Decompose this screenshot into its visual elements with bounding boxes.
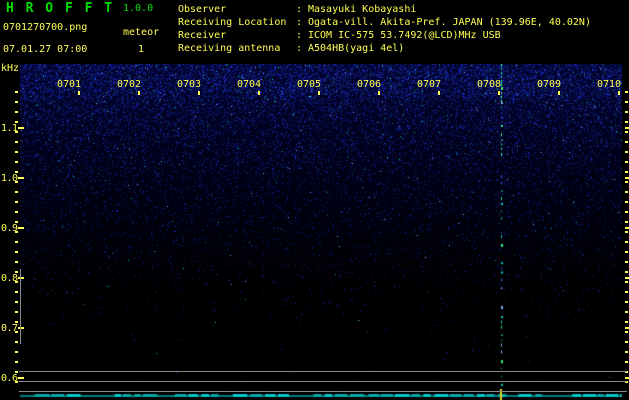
info-separator: :: [296, 30, 303, 41]
freq-tick-dash: [18, 177, 24, 179]
info-value: Ogata-vill. Akita-Pref. JAPAN (139.96E, …: [308, 17, 591, 28]
time-tick-label: 0702: [117, 79, 142, 90]
freq-tick-dash-right: [625, 377, 629, 379]
time-tick-label: 0701: [57, 79, 82, 90]
freq-axis-unit: kHz: [1, 63, 20, 74]
info-value: ICOM IC-575 53.7492(@LCD)MHz USB: [308, 30, 501, 41]
freq-tick-label: 0.6: [1, 372, 18, 384]
freq-tick: 0.6: [1, 372, 24, 384]
time-tick: 0707: [417, 79, 442, 95]
time-tick: 0705: [297, 79, 322, 95]
freq-tick-dash-right: [625, 177, 629, 179]
freq-tick-dash-right: [625, 327, 629, 329]
time-tick-label: 0705: [297, 79, 322, 90]
freq-tick: 1.1: [1, 122, 24, 134]
info-separator: :: [296, 17, 303, 28]
freq-axis-minor-ticks-right: [625, 91, 628, 391]
time-tick: 0708: [477, 79, 502, 95]
time-tick-mark: [558, 91, 560, 95]
spectrogram-canvas: [20, 64, 622, 400]
freq-tick-label: 1.0: [1, 172, 18, 184]
info-row-receiver: Receiver: ICOM IC-575 53.7492(@LCD)MHz US…: [178, 30, 501, 41]
signal-reference-line: [19, 371, 627, 372]
time-tick-mark: [198, 91, 200, 95]
time-tick-mark: [78, 91, 80, 95]
freq-axis-minor-ticks-left: [15, 91, 18, 386]
meteor-count: 1: [138, 44, 145, 55]
hrofft-output: H R O F F T 1.0.0 0701270700.png meteor …: [0, 0, 629, 400]
time-tick-label: 0706: [357, 79, 382, 90]
time-tick: 0701: [57, 79, 82, 95]
freq-tick-dash-right: [625, 227, 629, 229]
info-separator: :: [296, 4, 303, 15]
freq-tick-dash: [18, 227, 24, 229]
time-tick-mark: [498, 91, 500, 95]
mode-label: meteor: [123, 27, 160, 38]
output-filename: 0701270700.png: [3, 22, 88, 33]
time-tick-mark: [378, 91, 380, 95]
info-label: Receiver: [178, 30, 227, 41]
observation-datetime: 07.01.27 07:00: [3, 44, 88, 55]
freq-tick-dash: [18, 277, 24, 279]
info-row-observer: Observer: Masayuki Kobayashi: [178, 4, 416, 15]
info-label: Receiving antenna: [178, 43, 281, 54]
info-separator: :: [296, 43, 303, 54]
signal-scale-bar: [20, 269, 21, 344]
time-tick: 0704: [237, 79, 262, 95]
signal-reference-line: [19, 391, 627, 392]
time-tick-mark: [318, 91, 320, 95]
app-title: H R O F F T: [6, 1, 115, 16]
info-value: A504HB(yagi 4el): [308, 43, 405, 54]
info-value: Masayuki Kobayashi: [308, 4, 417, 15]
freq-tick-label: 0.9: [1, 222, 18, 234]
freq-tick-dash-right: [625, 127, 629, 129]
freq-tick-dash: [18, 327, 24, 329]
freq-tick-dash: [18, 377, 24, 379]
time-tick-label: 0707: [417, 79, 442, 90]
freq-tick: 1.0: [1, 172, 24, 184]
time-tick-mark: [618, 91, 620, 95]
time-tick-label: 0710: [597, 79, 622, 90]
info-label: Receiving Location: [178, 17, 287, 28]
freq-tick-label: 1.1: [1, 122, 18, 134]
time-tick: 0710: [597, 79, 622, 95]
time-tick: 0709: [537, 79, 562, 95]
time-tick-mark: [258, 91, 260, 95]
freq-tick-dash-right: [625, 277, 629, 279]
time-tick-label: 0703: [177, 79, 202, 90]
time-tick-label: 0704: [237, 79, 262, 90]
freq-tick-dash: [18, 127, 24, 129]
signal-reference-line: [19, 381, 627, 382]
time-tick: 0703: [177, 79, 202, 95]
time-tick: 0706: [357, 79, 382, 95]
info-row-antenna: Receiving antenna: A504HB(yagi 4el): [178, 43, 404, 54]
freq-tick-label: 0.7: [1, 322, 18, 334]
info-row-location: Receiving Location: Ogata-vill. Akita-Pre…: [178, 17, 591, 28]
freq-tick-label: 0.8: [1, 272, 18, 284]
time-tick-mark: [138, 91, 140, 95]
info-label: Observer: [178, 4, 227, 15]
time-tick: 0702: [117, 79, 142, 95]
time-tick-label: 0708: [477, 79, 502, 90]
time-tick-mark: [438, 91, 440, 95]
app-version: 1.0.0: [123, 3, 154, 14]
time-tick-label: 0709: [537, 79, 562, 90]
freq-tick: 0.9: [1, 222, 24, 234]
